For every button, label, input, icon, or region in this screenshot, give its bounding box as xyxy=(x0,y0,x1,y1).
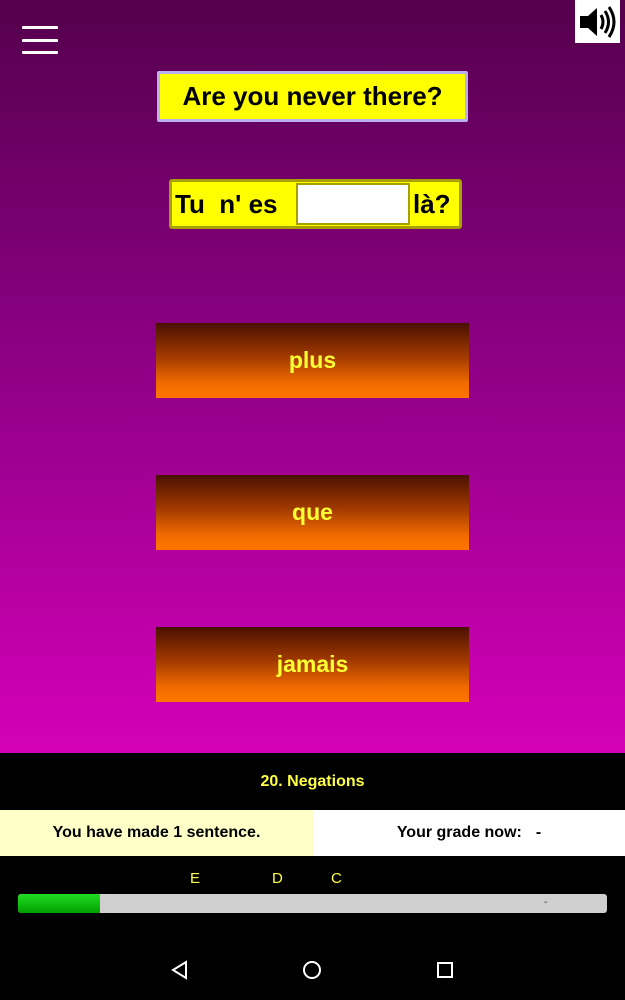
grade-value: - xyxy=(535,824,542,841)
speaker-icon[interactable] xyxy=(575,0,620,43)
back-icon[interactable] xyxy=(166,956,194,984)
speaker-icon-graphic xyxy=(579,5,615,38)
grade-mark-c: C xyxy=(331,870,342,887)
recent-apps-icon[interactable] xyxy=(431,956,459,984)
stats-bar: You have made 1 sentence. Your grade now… xyxy=(0,810,625,856)
answer-blank[interactable] xyxy=(296,183,410,225)
grade-display: Your grade now: - xyxy=(313,810,625,856)
option-button-jamais[interactable]: jamais xyxy=(156,627,469,702)
grade-mark-e: E xyxy=(190,870,201,887)
hamburger-menu-icon[interactable] xyxy=(22,26,58,54)
system-nav-bar xyxy=(0,940,625,1000)
progress-end-mark: - xyxy=(544,897,548,908)
app-screen: Are you never there? Tu n' es là? plus q… xyxy=(0,0,625,753)
sentence-before-blank: Tu n' es xyxy=(175,188,278,219)
option-button-que[interactable]: que xyxy=(156,475,469,550)
english-prompt: Are you never there? xyxy=(157,71,468,122)
sentence-count: You have made 1 sentence. xyxy=(0,810,313,856)
grade-mark-d: D xyxy=(272,870,283,887)
home-icon[interactable] xyxy=(298,956,326,984)
progress-fill xyxy=(18,894,101,913)
lesson-title: 20. Negations xyxy=(0,753,625,810)
home-icon-graphic xyxy=(303,961,321,979)
sentence-after-blank: là? xyxy=(413,188,451,219)
option-button-plus[interactable]: plus xyxy=(156,323,469,398)
menu-line xyxy=(22,38,58,42)
grade-progress-bar: - xyxy=(18,894,607,913)
grade-label: Your grade now: xyxy=(396,824,522,841)
menu-line xyxy=(22,51,58,54)
back-icon-graphic xyxy=(171,960,187,980)
recent-apps-icon-graphic xyxy=(437,962,453,978)
menu-line xyxy=(22,26,58,29)
french-sentence: Tu n' es là? xyxy=(169,179,462,229)
